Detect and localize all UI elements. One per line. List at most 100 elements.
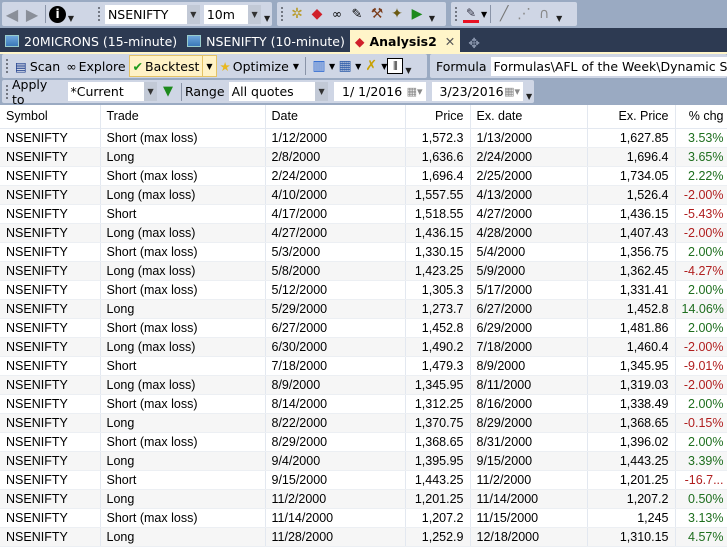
calendar-icon[interactable]: ▦▾ xyxy=(504,85,520,98)
table-row[interactable]: NSENIFTY Long (max loss) 8/9/2000 1,345.95 8… xyxy=(0,375,727,395)
symbol-combo[interactable]: NSENIFTY ▼ xyxy=(103,3,201,25)
toolbar-overflow[interactable]: ▼ xyxy=(554,3,564,25)
table-row[interactable]: NSENIFTY Short 4/17/2000 1,518.55 4/27/2000 1… xyxy=(0,204,727,224)
table-row[interactable]: NSENIFTY Long 11/2/2000 1,201.25 11/14/2000 1… xyxy=(0,489,727,509)
column-header-ex-date[interactable]: Ex. date xyxy=(470,105,588,129)
tools-icon[interactable]: ⚒ xyxy=(367,4,387,24)
cell-symbol: NSENIFTY xyxy=(0,147,101,167)
table-row[interactable]: NSENIFTY Long (max loss) 4/27/2000 1,436.15… xyxy=(0,223,727,243)
chevron-down-icon[interactable]: ▼ xyxy=(186,4,200,24)
formula-path-field[interactable]: Formulas\AFL of the Week\Dynamic Support xyxy=(489,55,727,77)
wrench-icon[interactable]: ✗ xyxy=(361,56,381,76)
table-row[interactable]: NSENIFTY Long 5/29/2000 1,273.7 6/27/2000 1,4… xyxy=(0,299,727,319)
toolbar-grip[interactable] xyxy=(5,83,9,100)
wand-icon[interactable]: ✦ xyxy=(387,4,407,24)
column-header-symbol[interactable]: Symbol xyxy=(0,105,101,129)
settings-icon[interactable]: ✲ xyxy=(287,4,307,24)
explore-button[interactable]: ∞ Explore xyxy=(63,59,128,74)
chevron-down-icon[interactable]: ▼ xyxy=(315,82,329,101)
to-date-picker[interactable]: 3/23/2016 ▦▾ xyxy=(430,81,525,102)
toolbar-grip[interactable] xyxy=(280,6,284,22)
table-row[interactable]: NSENIFTY Short 9/15/2000 1,443.25 11/2/2000 1… xyxy=(0,470,727,490)
table-row[interactable]: NSENIFTY Short (max loss) 8/29/2000 1,368.6… xyxy=(0,432,727,452)
cell-ex-price: 1,696.4 xyxy=(587,147,676,167)
tab-20microns[interactable]: 20MICRONS (15-minute) xyxy=(0,30,182,52)
symbol-value[interactable]: NSENIFTY xyxy=(105,7,187,22)
toolbar-grip[interactable] xyxy=(5,58,9,74)
column-header-pct-change[interactable]: % chg xyxy=(675,105,727,129)
to-date-value[interactable]: 3/23/2016 xyxy=(432,84,505,99)
cell-symbol: NSENIFTY xyxy=(0,204,101,224)
toolbar-overflow[interactable]: ▼ xyxy=(403,55,413,77)
back-arrow-icon[interactable]: ◀ xyxy=(2,4,22,24)
table-row[interactable]: NSENIFTY Short (max loss) 2/24/2000 1,696.4… xyxy=(0,166,727,186)
info-icon[interactable]: i xyxy=(49,5,66,23)
layers-icon[interactable]: ◆ xyxy=(307,4,327,24)
table-row[interactable]: NSENIFTY Long (max loss) 6/30/2000 1,490.2 7… xyxy=(0,337,727,357)
from-date-picker[interactable]: 1/ 1/2016 ▦▾ xyxy=(333,81,427,102)
backtest-dropdown[interactable]: ▼ xyxy=(203,55,217,77)
table-row[interactable]: NSENIFTY Long (max loss) 4/10/2000 1,557.55… xyxy=(0,185,727,205)
results-body: NSENIFTY Short (max loss) 1/12/2000 1,572.3… xyxy=(0,128,727,547)
apply-to-value[interactable]: *Current xyxy=(68,84,145,99)
forward-arrow-icon[interactable]: ▶ xyxy=(22,4,42,24)
optimize-button[interactable]: ★ Optimize ▼ xyxy=(217,59,302,74)
results-grid[interactable]: Symbol Trade Date Price Ex. date Ex. Pri… xyxy=(0,105,727,549)
column-header-ex-price[interactable]: Ex. Price xyxy=(587,105,676,129)
line-icon[interactable]: ╱ xyxy=(494,4,514,24)
scan-button[interactable]: ▤ Scan xyxy=(12,59,63,74)
toolbar-overflow[interactable]: ▼ xyxy=(427,3,437,25)
cell-date: 8/29/2000 xyxy=(265,432,406,452)
chart-play-icon[interactable]: ▶ xyxy=(407,4,427,24)
formula-path-value[interactable]: Formulas\AFL of the Week\Dynamic Support xyxy=(491,59,727,74)
table-row[interactable]: NSENIFTY Long 8/22/2000 1,370.75 8/29/2000 1,… xyxy=(0,413,727,433)
tab-analysis2[interactable]: ◆ Analysis2 ✕ xyxy=(349,30,461,52)
column-header-price[interactable]: Price xyxy=(405,105,471,129)
toolbar-grip[interactable] xyxy=(454,6,458,22)
formula-icon[interactable]: ✎ xyxy=(347,4,367,24)
toolbar-overflow[interactable]: ▼ xyxy=(66,3,76,25)
parameters-icon[interactable]: ⫼ xyxy=(387,58,404,74)
magnet-icon[interactable]: ∩ xyxy=(534,4,554,24)
table-row[interactable]: NSENIFTY Long (max loss) 5/8/2000 1,423.25 5… xyxy=(0,261,727,281)
range-combo[interactable]: All quotes ▼ xyxy=(227,81,330,102)
backtest-button[interactable]: ✔ Backtest xyxy=(128,55,204,77)
toolbar-overflow[interactable]: ▼ xyxy=(262,3,272,25)
table-row[interactable]: NSENIFTY Long 11/28/2000 1,252.9 12/18/2000 1… xyxy=(0,527,727,547)
bar-chart-icon[interactable]: ▥ xyxy=(309,56,329,76)
table-row[interactable]: NSENIFTY Long 2/8/2000 1,636.6 2/24/2000 1,69… xyxy=(0,147,727,167)
new-tab-icon[interactable]: ✥ xyxy=(468,36,480,52)
table-row[interactable]: NSENIFTY Short (max loss) 6/27/2000 1,452.8… xyxy=(0,318,727,338)
calendar-icon[interactable]: ▦▾ xyxy=(407,85,423,98)
cell-trade: Long (max loss) xyxy=(100,185,266,205)
table-row[interactable]: NSENIFTY Short (max loss) 1/12/2000 1,572.3… xyxy=(0,128,727,148)
tab-nsenifty[interactable]: NSENIFTY (10-minute) xyxy=(182,30,350,52)
table-row[interactable]: NSENIFTY Short (max loss) 5/3/2000 1,330.15… xyxy=(0,242,727,262)
filter-icon[interactable]: ▼ xyxy=(158,82,178,102)
chevron-down-icon[interactable]: ▼ xyxy=(144,82,158,101)
pen-color-icon[interactable]: ✎ xyxy=(461,4,481,24)
toolbar-grip[interactable] xyxy=(97,6,101,22)
interval-combo[interactable]: 10m ▼ xyxy=(202,3,263,25)
table-row[interactable]: NSENIFTY Short (max loss) 8/14/2000 1,312.2… xyxy=(0,394,727,414)
chevron-down-icon[interactable]: ▼ xyxy=(481,10,487,19)
table-row[interactable]: NSENIFTY Short (max loss) 11/14/2000 1,207.… xyxy=(0,508,727,528)
range-value[interactable]: All quotes xyxy=(229,84,315,99)
toolbar-overflow[interactable]: ▼ xyxy=(524,81,534,103)
close-icon[interactable]: ✕ xyxy=(445,34,455,49)
from-date-value[interactable]: 1/ 1/2016 xyxy=(334,84,407,99)
apply-to-combo[interactable]: *Current ▼ xyxy=(66,81,159,102)
interval-value[interactable]: 10m xyxy=(204,7,248,22)
table-icon[interactable]: ▦ xyxy=(335,56,355,76)
column-header-date[interactable]: Date xyxy=(265,105,406,129)
chevron-down-icon[interactable]: ▼ xyxy=(248,4,262,24)
table-row[interactable]: NSENIFTY Short 7/18/2000 1,479.3 8/9/2000 1,3… xyxy=(0,356,727,376)
dotted-line-icon[interactable]: ⋰ xyxy=(514,4,534,24)
cell-pct-change: -4.27% xyxy=(675,261,727,281)
table-row[interactable]: NSENIFTY Long 9/4/2000 1,395.95 9/15/2000 1,4… xyxy=(0,451,727,471)
chevron-down-icon[interactable]: ▼ xyxy=(293,62,299,71)
column-header-trade[interactable]: Trade xyxy=(100,105,266,129)
table-row[interactable]: NSENIFTY Short (max loss) 5/12/2000 1,305.3… xyxy=(0,280,727,300)
glasses-icon[interactable]: ∞ xyxy=(327,4,347,24)
cell-trade: Long xyxy=(100,527,266,547)
